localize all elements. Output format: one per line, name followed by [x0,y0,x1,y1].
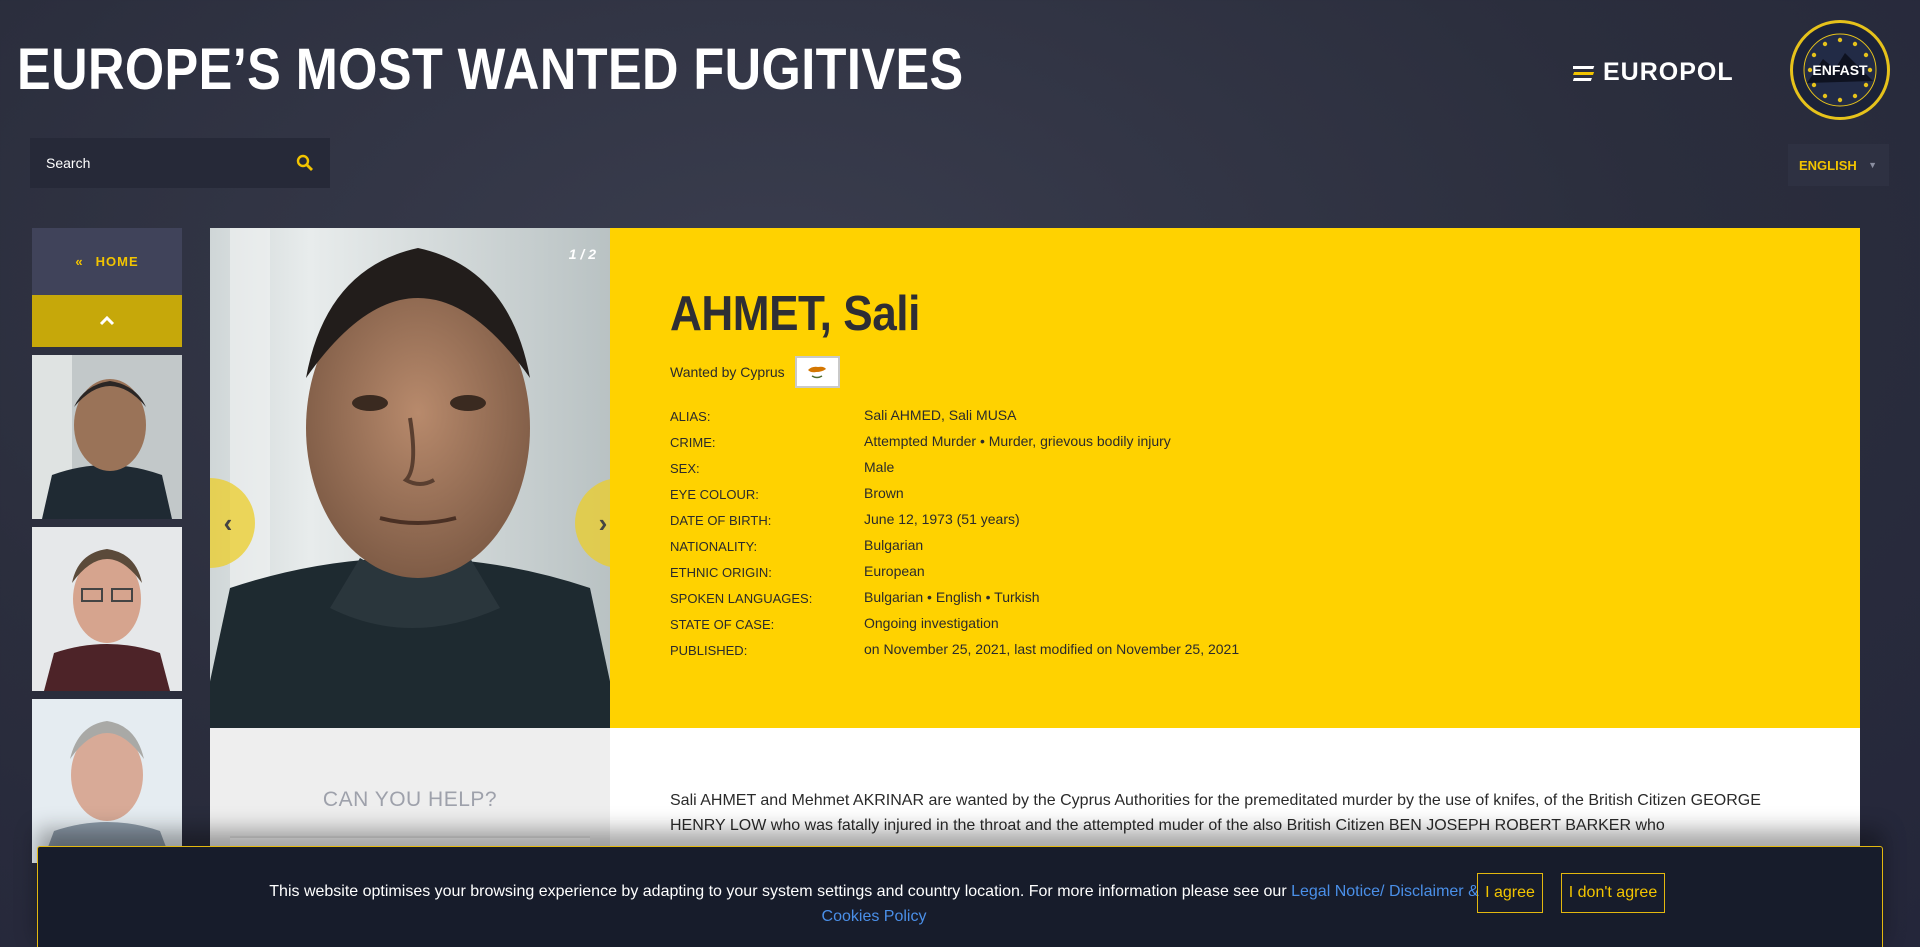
fugitive-photo: 1 / 2 ‹ › [210,228,610,728]
europol-mark-icon [1573,65,1595,81]
fact-row-ethnic-origin: ETHNIC ORIGIN: European [670,558,1770,584]
fugitive-thumbnail-2[interactable] [32,527,182,691]
fact-label: DATE OF BIRTH: [670,512,772,528]
scroll-up-button[interactable] [32,295,182,347]
fugitive-name: AHMET, Sali [670,287,920,341]
fact-row-date-of-birth: DATE OF BIRTH: June 12, 1973 (51 years) [670,506,1770,532]
fact-row-eye-colour: EYE COLOUR: Brown [670,480,1770,506]
disagree-button[interactable]: I don't agree [1561,873,1665,913]
wanted-by: Wanted by Cyprus [670,356,1770,388]
fact-label: NATIONALITY: [670,538,758,554]
fact-label: PUBLISHED: [670,642,748,658]
fugitive-thumbnail-1[interactable] [32,355,182,519]
fugitive-thumbnail-3[interactable] [32,699,182,863]
enfast-logo-text: ENFAST [1812,62,1868,78]
double-chevron-left-icon: « [75,254,84,269]
caret-down-icon: ▼ [1868,160,1877,170]
fact-row-nationality: NATIONALITY: Bulgarian [670,532,1770,558]
fact-value: Bulgarian [864,537,924,553]
fact-row-alias: ALIAS: Sali AHMED, Sali MUSA [670,402,1770,428]
cookie-text: This website optimises your browsing exp… [269,883,1292,900]
fact-value: European [864,563,925,579]
europol-logo[interactable]: EUROPOL [1573,58,1734,87]
fact-row-state-of-case: STATE OF CASE: Ongoing investigation [670,610,1770,636]
home-label: HOME [95,254,139,269]
fact-label: STATE OF CASE: [670,616,775,632]
cyprus-flag-icon [794,356,840,388]
fact-value: Male [864,459,895,475]
wanted-by-text: Wanted by Cyprus [670,364,785,380]
chevron-up-icon [99,315,115,326]
fact-label: CRIME: [670,434,716,450]
fact-row-sex: SEX: Male [670,454,1770,480]
fact-value: Brown [864,485,904,501]
fact-label: ALIAS: [670,408,711,424]
europol-logo-text: EUROPOL [1603,58,1734,86]
fact-value: Attempted Murder • Murder, grievous bodi… [864,433,1171,449]
fact-value: June 12, 1973 (51 years) [864,511,1020,527]
search-bar [30,138,330,188]
fugitive-portrait [210,228,610,728]
fugitive-details: AHMET, Sali Wanted by Cyprus ALIAS: Sali… [670,286,1770,662]
chevron-left-icon: ‹ [223,507,233,538]
search-input[interactable] [46,155,266,171]
home-button[interactable]: « HOME [32,228,182,295]
photo-counter: 1 / 2 [568,246,596,262]
fact-row-crime: CRIME: Attempted Murder • Murder, grievo… [670,428,1770,454]
cookie-message: This website optimises your browsing exp… [256,879,1492,929]
case-description: Sali AHMET and Mehmet AKRINAR are wanted… [670,792,1761,834]
fact-label: EYE COLOUR: [670,486,759,502]
fact-value: Sali AHMED, Sali MUSA [864,407,1017,423]
fact-row-published: PUBLISHED: on November 25, 2021, last mo… [670,636,1770,662]
fact-row-spoken-languages: SPOKEN LANGUAGES: Bulgarian • English • … [670,584,1770,610]
sidebar: « HOME [32,228,182,863]
help-title: CAN YOU HELP? [322,788,498,811]
fact-value: on November 25, 2021, last modified on N… [864,641,1240,657]
language-select[interactable]: ENGLISH ▼ [1788,144,1889,186]
fact-value: Ongoing investigation [864,615,999,631]
facts-list: ALIAS: Sali AHMED, Sali MUSA CRIME: Atte… [670,402,1770,662]
fact-value: Bulgarian • English • Turkish [864,589,1040,605]
search-icon[interactable] [296,154,314,172]
enfast-logo[interactable]: ENFAST [1790,20,1890,120]
fact-label: SEX: [670,460,700,476]
chevron-right-icon: › [598,507,608,538]
fact-label: ETHNIC ORIGIN: [670,564,772,580]
cookie-banner: This website optimises your browsing exp… [37,846,1883,947]
site-title: EUROPE’S MOST WANTED FUGITIVES [17,37,964,102]
fact-label: SPOKEN LANGUAGES: [670,590,813,606]
language-selected: ENGLISH [1799,157,1857,173]
agree-button[interactable]: I agree [1477,873,1543,913]
